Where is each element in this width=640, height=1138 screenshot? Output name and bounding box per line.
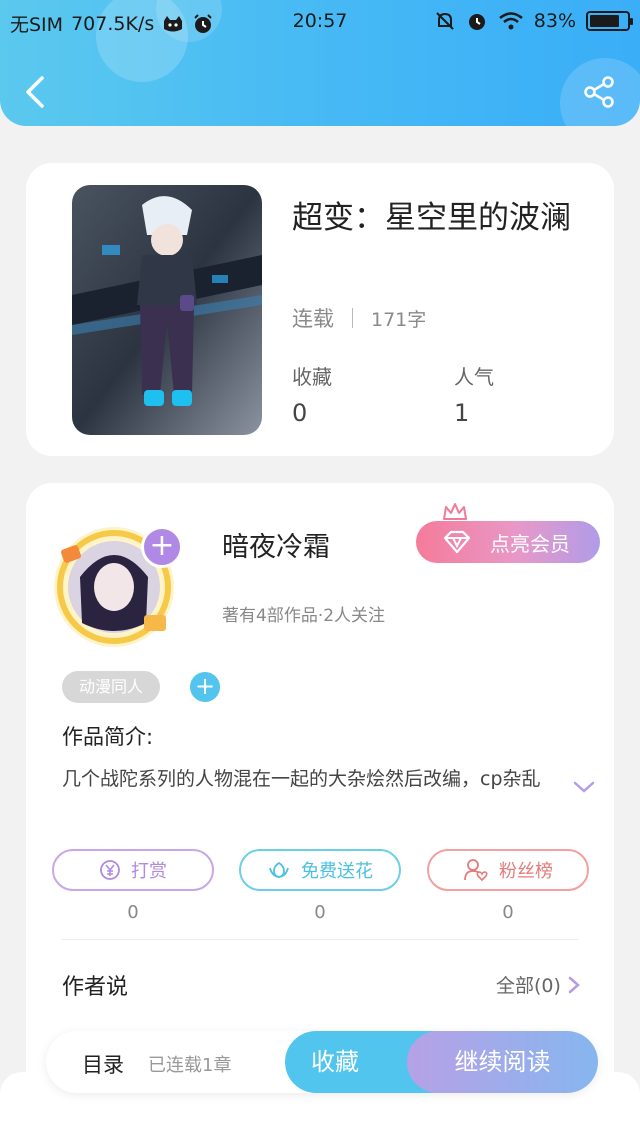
share-button[interactable]	[582, 74, 618, 110]
tip-count: 0	[127, 902, 139, 923]
fan-ranking-button[interactable]: 粉丝榜	[427, 849, 589, 891]
send-flower-button[interactable]: 免费送花	[239, 849, 401, 891]
author-name: 暗夜冷霜	[222, 532, 330, 563]
book-cover[interactable]	[72, 185, 262, 435]
tip-button-label: 打赏	[131, 861, 167, 882]
wifi-icon	[498, 12, 523, 30]
fan-ranking-label: 粉丝榜	[499, 861, 553, 882]
send-flower-label: 免费送花	[301, 861, 373, 882]
continue-reading-button[interactable]: 继续阅读	[407, 1031, 598, 1093]
battery-percent: 83%	[533, 10, 576, 32]
diamond-icon	[443, 530, 471, 554]
divider	[62, 939, 578, 940]
fan-count: 0	[502, 902, 514, 923]
divider	[352, 308, 353, 328]
vip-button-label: 点亮会员	[490, 531, 570, 556]
bottom-action-bar: 目录 已连载1章 收藏 继续阅读	[46, 1031, 598, 1093]
app-header: 无SIM 707.5K/s 20:57 83%	[0, 0, 640, 126]
word-count: 171字	[371, 308, 427, 331]
favorites-label: 收藏	[292, 365, 332, 389]
crown-icon	[443, 503, 467, 520]
cover-illustration-icon	[72, 185, 262, 435]
tip-button[interactable]: 打赏	[52, 849, 214, 891]
chevron-down-icon[interactable]	[572, 779, 596, 795]
author-meta: 著有4部作品·2人关注	[222, 606, 386, 626]
popularity-value: 1	[454, 399, 470, 427]
alarm-icon	[468, 14, 485, 30]
status-bar: 无SIM 707.5K/s 20:57 83%	[0, 0, 640, 44]
chevron-left-icon	[26, 76, 44, 108]
add-tag-button[interactable]: +	[190, 672, 220, 702]
book-detail-card: + 暗夜冷霜 著有4部作品·2人关注 点亮会员 动漫同人 + 作品简介: 几个战…	[26, 483, 614, 1103]
book-meta: 连载 171字	[292, 303, 426, 333]
author-say-all-link[interactable]: 全部(0)	[496, 971, 581, 998]
flower-icon	[269, 861, 289, 878]
back-button[interactable]	[18, 72, 54, 112]
intro-text: 几个战陀系列的人物混在一起的大杂烩然后改编，cp杂乱	[62, 768, 541, 790]
bell-muted-icon	[436, 12, 454, 30]
popularity-label: 人气	[454, 365, 494, 389]
battery-icon	[586, 11, 633, 31]
book-status: 连载	[292, 307, 334, 331]
yen-coin-icon	[100, 860, 120, 880]
chevron-right-icon	[568, 976, 580, 993]
intro-title: 作品简介:	[62, 725, 154, 749]
flower-count: 0	[314, 902, 326, 923]
all-link-label: 全部(0)	[496, 975, 561, 997]
table-of-contents-button[interactable]: 目录	[82, 1049, 124, 1079]
book-title: 超变：星空里的波澜	[292, 200, 571, 236]
vip-button[interactable]: 点亮会员	[416, 521, 600, 563]
book-info-card: 超变：星空里的波澜 连载 171字 收藏 0 人气 1	[26, 163, 614, 456]
share-icon	[584, 76, 614, 108]
genre-tag[interactable]: 动漫同人	[62, 671, 160, 703]
author-say-title: 作者说	[62, 975, 129, 1000]
favorites-value: 0	[292, 399, 308, 427]
fan-heart-icon	[464, 859, 488, 882]
follow-author-button[interactable]: +	[141, 526, 183, 568]
chapter-count: 已连载1章	[148, 1055, 232, 1076]
